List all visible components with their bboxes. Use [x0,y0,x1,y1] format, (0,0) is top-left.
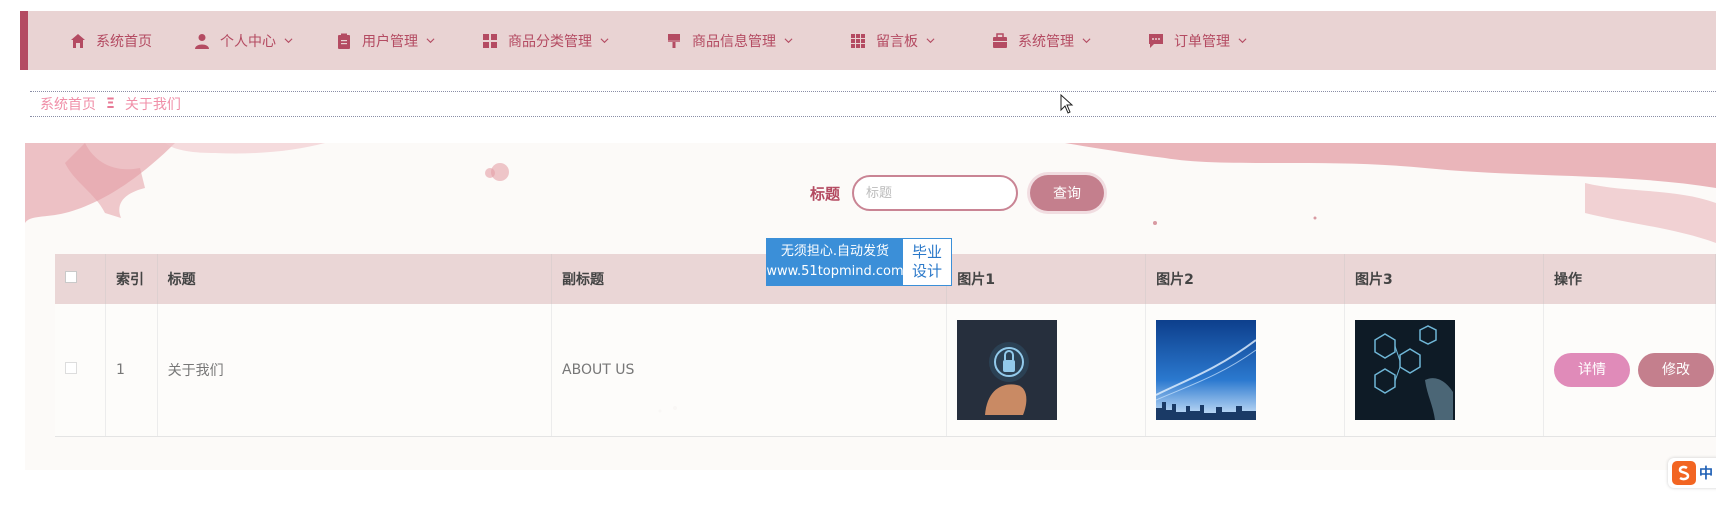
nav-item-users[interactable]: 用户管理 [336,11,482,70]
apps-icon [851,33,865,48]
skyline-image [1156,320,1257,420]
watermark-line1: 无须担心.自动发货 [780,244,890,259]
cell-image2 [1145,304,1346,437]
chevron-down-icon [784,38,793,44]
nav-label: 个人中心 [220,33,276,50]
breadcrumb: 系统首页 Ξ 关于我们 [30,91,1716,117]
watermark-right: 毕业 设计 [903,239,951,285]
edit-button[interactable]: 修改 [1638,353,1714,387]
nav-label: 订单管理 [1174,33,1230,50]
search-row: 标题 查询 [810,175,1105,211]
search-button[interactable]: 查询 [1030,175,1105,211]
watermark-right1: 毕业 [911,243,942,261]
search-label: 标题 [810,184,841,203]
cell-image3 [1344,304,1544,437]
header-image1: 图片1 [946,254,1147,304]
user-icon [195,33,209,49]
nav-item-system[interactable]: 系统管理 [992,11,1148,70]
ime-label: 中 [1699,466,1713,482]
chevron-down-icon [284,38,293,44]
header-image3: 图片3 [1344,254,1544,304]
select-all-checkbox[interactable] [65,271,77,283]
header-index: 索引 [105,254,158,304]
nav-label: 系统管理 [1018,33,1074,50]
chevron-down-icon [1238,38,1247,44]
nav-item-messages[interactable]: 留言板 [850,11,992,70]
brush-icon [668,33,680,48]
table-row: 1 关于我们 ABOUT US 详情 修改 [55,304,1716,437]
home-icon [71,33,85,48]
message-icon [1149,33,1163,48]
briefcase-icon [993,32,1007,48]
main-panel: 标题 查询 无须担心.自动发货 www.51topmind.com 毕业 设计 … [25,143,1716,470]
breadcrumb-current: 关于我们 [124,97,181,113]
clipboard-icon [338,33,350,49]
nav-label: 用户管理 [362,33,418,50]
chevron-down-icon [426,38,435,44]
nav-item-category[interactable]: 商品分类管理 [482,11,666,70]
nav-item-product[interactable]: 商品信息管理 [666,11,850,70]
nav-item-orders[interactable]: 订单管理 [1148,11,1288,70]
watermark-right2: 设计 [911,262,942,280]
chevron-down-icon [1082,38,1091,44]
sogou-icon [1672,461,1696,485]
search-input[interactable] [852,175,1019,211]
top-nav: 系统首页 个人中心 用户管理 商品分类管理 商品信息管理 留言板 系统管理 订单… [20,11,1716,70]
ime-indicator[interactable]: 中 [1668,458,1716,488]
header-actions: 操作 [1543,254,1716,304]
cell-actions: 详情 修改 [1543,304,1716,437]
nav-label: 留言板 [876,33,918,50]
nav-label: 商品分类管理 [508,33,592,50]
row-select[interactable] [55,304,107,437]
network-image [1355,320,1456,420]
security-image [957,320,1058,420]
nav-label: 系统首页 [96,33,152,50]
cell-image1 [946,304,1147,437]
nav-label: 商品信息管理 [692,33,776,50]
breadcrumb-separator: Ξ [106,96,115,112]
cell-title: 关于我们 [157,304,553,437]
header-title: 标题 [157,254,553,304]
row-checkbox[interactable] [65,362,77,374]
cell-subtitle: ABOUT US [551,304,948,437]
header-select-all[interactable] [55,254,107,304]
nav-item-home[interactable]: 系统首页 [70,11,194,70]
cell-index: 1 [105,304,158,437]
watermark-banner: 无须担心.自动发货 www.51topmind.com 毕业 设计 [766,238,952,286]
breadcrumb-home[interactable]: 系统首页 [40,94,96,114]
watermark-left: 无须担心.自动发货 www.51topmind.com [766,239,904,285]
chevron-down-icon [926,38,935,44]
watermark-line2: www.51topmind.com [766,264,904,279]
detail-button[interactable]: 详情 [1554,353,1630,387]
chevron-down-icon [600,38,609,44]
nav-item-personal[interactable]: 个人中心 [194,11,336,70]
header-image2: 图片2 [1145,254,1346,304]
grid-icon [483,33,497,48]
